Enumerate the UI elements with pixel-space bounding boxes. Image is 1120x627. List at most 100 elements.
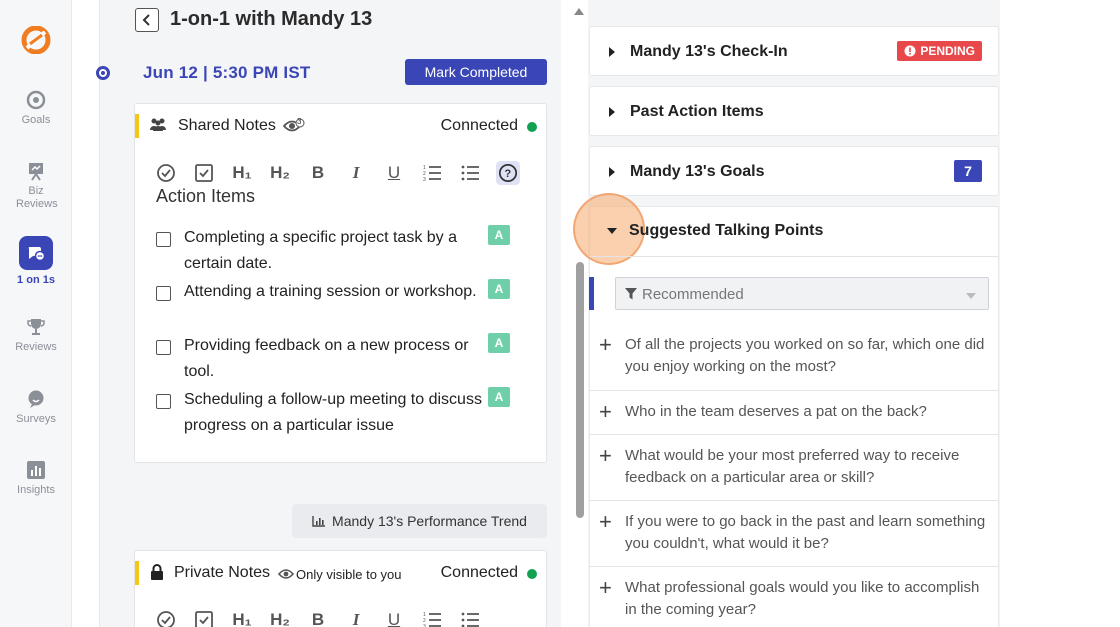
page-title: 1-on-1 with Mandy 13 (170, 8, 373, 30)
connection-dot (527, 122, 537, 132)
filter-value: Recommended (642, 286, 744, 303)
action-item-checkbox[interactable] (156, 232, 171, 247)
app-logo-icon[interactable] (19, 26, 53, 54)
toolbar-checkbox-button[interactable] (185, 160, 223, 186)
card-accent (135, 561, 139, 585)
connection-status: Connected (440, 564, 518, 581)
plus-icon[interactable]: + (599, 401, 612, 423)
bullet-list-icon (461, 165, 479, 181)
toolbar-underline-button[interactable]: U (375, 160, 413, 186)
back-button[interactable] (135, 8, 159, 32)
toolbar-check-circle-button[interactable] (147, 607, 185, 627)
talking-point-item[interactable]: + Of all the projects you worked on so f… (589, 324, 999, 391)
toolbar-h2-button[interactable]: H₂ (261, 160, 299, 186)
assignee-avatar[interactable]: A (488, 225, 510, 245)
recommended-filter-select[interactable]: Recommended (615, 277, 989, 310)
toolbar-h2-button[interactable]: H₂ (261, 607, 299, 627)
sidebar-item-1on1s[interactable]: 1 on 1s (0, 236, 72, 286)
viewers-eye-icon[interactable] (283, 118, 305, 134)
talking-point-item[interactable]: + What professional goals would you like… (589, 566, 999, 627)
sidebar-item-label: Reviews (15, 341, 57, 353)
assignee-avatar[interactable]: A (488, 333, 510, 353)
sidebar-item-label: 1 on 1s (17, 274, 55, 286)
help-icon: ? (496, 161, 520, 185)
performance-trend-button[interactable]: Mandy 13's Performance Trend (292, 504, 547, 538)
card-accent (135, 114, 139, 138)
talking-point-text: Who in the team deserves a pat on the ba… (625, 403, 927, 420)
action-item-text: Completing a specific project task by a … (184, 229, 458, 272)
action-item-checkbox[interactable] (156, 340, 171, 355)
toolbar-h1-button[interactable]: H₁ (223, 160, 261, 186)
action-item-checkbox[interactable] (156, 394, 171, 409)
svg-text:3: 3 (423, 177, 426, 183)
editor-toolbar: H₁ H₂ B I U 123 (147, 607, 489, 627)
mark-completed-button[interactable]: Mark Completed (405, 59, 547, 85)
trophy-icon (27, 319, 45, 335)
toolbar-checkbox-button[interactable] (185, 607, 223, 627)
action-items-heading: Action Items (156, 186, 256, 204)
target-icon (26, 90, 46, 110)
scrollbar-thumb[interactable] (576, 262, 584, 518)
toolbar-bold-button[interactable]: B (299, 160, 337, 186)
divider (589, 256, 999, 257)
survey-icon (28, 390, 44, 408)
connection-dot (527, 569, 537, 579)
caret-right-icon (609, 107, 615, 117)
sidebar-item-surveys[interactable]: Surveys (0, 389, 72, 425)
talking-point-item[interactable]: + If you were to go back in the past and… (589, 500, 999, 567)
sidebar-item-insights[interactable]: Insights (0, 460, 72, 496)
caret-down-icon[interactable] (607, 228, 617, 234)
svg-text:?: ? (505, 168, 512, 180)
filter-accent (589, 277, 594, 310)
sidebar-item-reviews[interactable]: Reviews (0, 317, 72, 353)
numbered-list-icon: 123 (423, 165, 441, 183)
chat-bubbles-icon (19, 236, 53, 270)
talking-points-title[interactable]: Suggested Talking Points (629, 222, 823, 240)
plus-icon[interactable]: + (599, 334, 612, 356)
people-icon (150, 118, 166, 131)
sidebar-item-biz-reviews[interactable]: Biz Reviews (0, 161, 72, 211)
toolbar-numbered-list-button[interactable]: 123 (413, 160, 451, 186)
toolbar-h1-button[interactable]: H₁ (223, 607, 261, 627)
alert-icon (904, 45, 916, 57)
checkin-panel[interactable]: Mandy 13's Check-In PENDING (589, 26, 999, 76)
meeting-date: Jun 12 | 5:30 PM IST (143, 63, 311, 82)
toolbar-italic-button[interactable]: I (337, 607, 375, 627)
bar-chart-icon (312, 516, 326, 527)
bullet-list-icon (461, 612, 479, 627)
toolbar-bullet-list-button[interactable] (451, 607, 489, 627)
toolbar-italic-button[interactable]: I (337, 160, 375, 186)
action-item-text: Providing feedback on a new process or t… (184, 337, 469, 380)
action-item-text: Scheduling a follow-up meeting to discus… (184, 391, 482, 434)
eye-icon (278, 569, 294, 579)
plus-icon[interactable]: + (599, 445, 612, 467)
past-action-items-panel[interactable]: Past Action Items (589, 86, 999, 136)
chevron-down-icon (966, 293, 976, 299)
talking-point-item[interactable]: + Who in the team deserves a pat on the … (589, 390, 999, 435)
plus-icon[interactable]: + (599, 511, 612, 533)
talking-point-text: What would be your most preferred way to… (625, 447, 960, 486)
toolbar-underline-button[interactable]: U (375, 607, 413, 627)
check-circle-icon (157, 611, 175, 627)
assignee-avatar[interactable]: A (488, 279, 510, 299)
filter-icon (625, 288, 637, 300)
editor-toolbar: H₁ H₂ B I U 123 ? (147, 160, 527, 186)
toolbar-help-button[interactable]: ? (489, 160, 527, 186)
sidebar-item-label: Biz Reviews (16, 185, 58, 210)
talking-point-item[interactable]: + What would be your most preferred way … (589, 434, 999, 501)
viewer-count: 3 (297, 117, 302, 126)
sidebar-item-goals[interactable]: Goals (0, 90, 72, 126)
goals-count-badge: 7 (954, 160, 982, 182)
plus-icon[interactable]: + (599, 577, 612, 599)
action-item-checkbox[interactable] (156, 286, 171, 301)
toolbar-bullet-list-button[interactable] (451, 160, 489, 186)
toolbar-numbered-list-button[interactable]: 123 (413, 607, 451, 627)
assignee-avatar[interactable]: A (488, 387, 510, 407)
timeline-dot (96, 66, 110, 80)
toolbar-bold-button[interactable]: B (299, 607, 337, 627)
scroll-up-arrow[interactable] (574, 8, 584, 15)
toolbar-check-circle-button[interactable] (147, 160, 185, 186)
sidebar-item-label: Goals (21, 114, 51, 126)
goals-panel[interactable]: Mandy 13's Goals 7 (589, 146, 999, 196)
sidebar-item-label: Surveys (16, 413, 56, 425)
